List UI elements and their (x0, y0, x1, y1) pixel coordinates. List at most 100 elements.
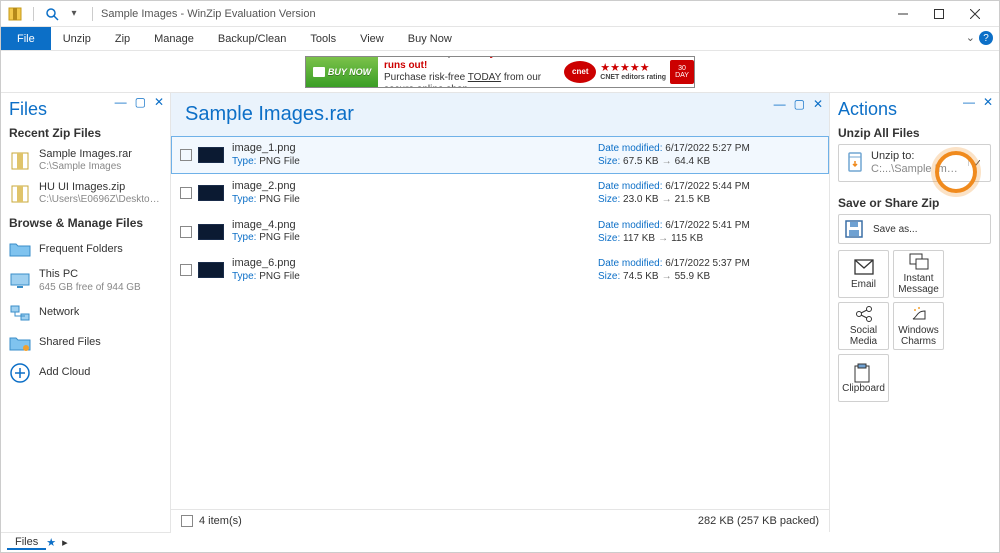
unzip-to-path: C:...\Sample Images (871, 163, 962, 176)
recent-name: HU UI Images.zip (39, 181, 162, 194)
folder-share-icon (9, 332, 31, 354)
file-row[interactable]: image_1.pngType: PNG File Date modified:… (171, 136, 829, 174)
browse-item-network[interactable]: Network (9, 298, 162, 328)
ad-band: BUY NOW Activate WinZip before your tria… (1, 51, 999, 93)
titlebar: ▾ Sample Images - WinZip Evaluation Vers… (1, 1, 999, 27)
file-size: Size: 23.0 KB→21.5 KB (598, 193, 710, 206)
file-checkbox[interactable] (180, 187, 192, 199)
restore-pane-icon[interactable]: ▢ (135, 95, 146, 109)
add-cloud-icon (9, 362, 31, 384)
close-pane-icon[interactable]: ✕ (154, 95, 164, 109)
ribbon-collapse-icon[interactable]: ⌄ (966, 31, 975, 44)
unzip-all-header: Unzip All Files (838, 126, 991, 140)
floppy-icon (845, 220, 865, 238)
file-thumbnail (198, 185, 224, 201)
charms-icon (909, 305, 929, 323)
menu-manage[interactable]: Manage (142, 27, 206, 50)
unzip-to-button[interactable]: Unzip to: C:...\Sample Images (838, 144, 991, 182)
browse-name: Network (39, 306, 79, 319)
window-title: Sample Images - WinZip Evaluation Versio… (101, 8, 316, 20)
file-row[interactable]: image_4.pngType: PNG File Date modified:… (171, 213, 829, 251)
maximize-button[interactable] (921, 1, 957, 27)
file-size: Size: 67.5 KB→64.4 KB (598, 155, 710, 168)
file-checkbox[interactable] (180, 226, 192, 238)
menu-buy-now[interactable]: Buy Now (396, 27, 464, 50)
tab-more-icon[interactable]: ▸ (56, 536, 74, 549)
search-icon[interactable] (44, 6, 60, 22)
email-icon (854, 259, 874, 277)
browse-name: Frequent Folders (39, 243, 123, 256)
minimize-button[interactable] (885, 1, 921, 27)
action-label: Instant Message (894, 273, 943, 295)
menu-backup-clean[interactable]: Backup/Clean (206, 27, 299, 50)
help-icon[interactable]: ? (979, 31, 993, 45)
app-icon (7, 6, 23, 22)
browse-item-folder-share[interactable]: Shared Files (9, 328, 162, 358)
browse-item-pc[interactable]: This PC645 GB free of 944 GB (9, 264, 162, 297)
email-button[interactable]: Email (838, 250, 889, 298)
unzip-icon (845, 151, 865, 175)
separator (33, 7, 34, 21)
select-all-checkbox[interactable] (181, 515, 193, 527)
cart-icon (313, 67, 325, 77)
ad-banner[interactable]: BUY NOW Activate WinZip before your tria… (305, 56, 695, 88)
menubar: File Unzip Zip Manage Backup/Clean Tools… (1, 27, 999, 51)
minimize-pane-icon[interactable]: — (963, 95, 975, 109)
menu-zip[interactable]: Zip (103, 27, 142, 50)
file-type: Type: PNG File (232, 156, 300, 169)
browse-name: Add Cloud (39, 366, 90, 379)
browse-manage-header: Browse & Manage Files (9, 216, 162, 230)
menu-unzip[interactable]: Unzip (51, 27, 103, 50)
im-button[interactable]: Instant Message (893, 250, 944, 298)
file-name: image_2.png (232, 180, 300, 194)
close-pane-icon[interactable]: ✕ (813, 97, 823, 111)
file-date: Date modified: 6/17/2022 5:41 PM (598, 219, 750, 232)
archive-title: Sample Images.rar (185, 103, 815, 126)
pc-icon (9, 270, 31, 292)
save-as-label: Save as... (873, 224, 917, 235)
recent-zip-item[interactable]: HU UI Images.zipC:\Users\E0696Z\Desktop.… (9, 177, 162, 210)
social-button[interactable]: Social Media (838, 302, 889, 350)
close-button[interactable] (957, 1, 993, 27)
cnet-icon: cnet (564, 61, 596, 83)
menu-view[interactable]: View (348, 27, 396, 50)
minimize-pane-icon[interactable]: — (774, 97, 786, 111)
close-pane-icon[interactable]: ✕ (983, 95, 993, 109)
qat-dropdown-icon[interactable]: ▾ (66, 6, 82, 22)
save-as-button[interactable]: Save as... (838, 214, 991, 244)
save-share-header: Save or Share Zip (838, 196, 991, 210)
buy-now-badge: BUY NOW (306, 57, 378, 87)
archive-icon (9, 183, 31, 205)
file-row[interactable]: image_2.pngType: PNG File Date modified:… (171, 174, 829, 212)
file-list[interactable]: image_1.pngType: PNG File Date modified:… (171, 136, 829, 509)
file-thumbnail (198, 224, 224, 240)
clipboard-button[interactable]: Clipboard (838, 354, 889, 402)
browse-sub: 645 GB free of 944 GB (39, 282, 141, 294)
files-pane: — ▢ ✕ Files Recent Zip Files Sample Imag… (1, 93, 171, 532)
tab-favorites-icon[interactable]: ★ (46, 536, 56, 549)
recent-zip-item[interactable]: Sample Images.rarC:\Sample Images (9, 144, 162, 177)
packed-size: 282 KB (257 KB packed) (698, 515, 819, 527)
ad-rating: ★★★★★ CNET editors rating (600, 63, 666, 81)
file-type: Type: PNG File (232, 271, 300, 284)
unzip-to-label: Unzip to: (871, 150, 962, 163)
file-type: Type: PNG File (232, 232, 300, 245)
file-checkbox[interactable] (180, 264, 192, 276)
tab-files[interactable]: Files (7, 536, 46, 550)
menu-tools[interactable]: Tools (298, 27, 348, 50)
recent-path: C:\Sample Images (39, 161, 132, 173)
money-back-icon: 30DAY (670, 60, 694, 84)
unzip-dropdown-button[interactable] (968, 160, 984, 166)
menu-file[interactable]: File (1, 27, 51, 50)
archive-header: — ▢ ✕ Sample Images.rar (171, 93, 829, 136)
file-row[interactable]: image_6.pngType: PNG File Date modified:… (171, 251, 829, 289)
charms-button[interactable]: Windows Charms (893, 302, 944, 350)
file-name: image_6.png (232, 257, 300, 271)
minimize-pane-icon[interactable]: — (115, 95, 127, 109)
restore-pane-icon[interactable]: ▢ (794, 97, 805, 111)
file-name: image_4.png (232, 219, 300, 233)
file-checkbox[interactable] (180, 149, 192, 161)
browse-item-add-cloud[interactable]: Add Cloud (9, 358, 162, 388)
chevron-down-icon (972, 160, 980, 166)
browse-item-folder-star[interactable]: Frequent Folders (9, 234, 162, 264)
